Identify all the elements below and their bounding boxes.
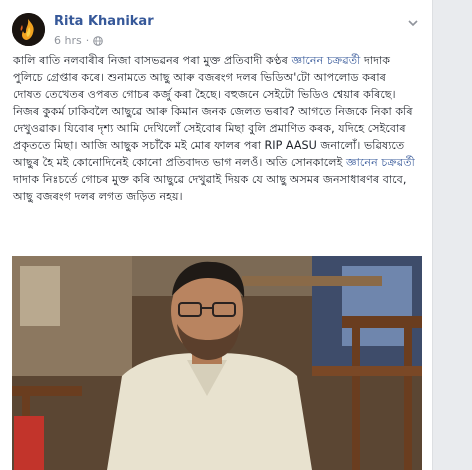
post-text-part: কালি ৰাতি নলবাৰীৰ নিজা বাসভৱনৰ পৰা মুক্ত… bbox=[13, 54, 292, 67]
post-body: কালি ৰাতি নলবাৰীৰ নিজা বাসভৱনৰ পৰা মুক্ত… bbox=[13, 52, 417, 205]
chevron-down-icon[interactable] bbox=[406, 16, 420, 30]
post-text-part: দাদাক পুলিচে গ্ৰেপ্তাৰ কৰে। শুনামতে আছু … bbox=[13, 54, 413, 169]
author-avatar[interactable] bbox=[12, 13, 45, 46]
photo-image bbox=[12, 256, 422, 470]
post-time[interactable]: 6 hrs bbox=[54, 34, 82, 47]
tagged-person-link[interactable]: জ্ঞানেন চক্ৰৱৰ্তী bbox=[346, 156, 415, 169]
post-header: Rita Khanikar 6 hrs · bbox=[12, 12, 422, 54]
post-meta: 6 hrs · bbox=[54, 34, 104, 47]
author-name[interactable]: Rita Khanikar bbox=[54, 14, 154, 29]
fire-logo-icon bbox=[12, 13, 45, 46]
post-text-part: দাদাক নিঃচৰ্তে গোচৰ মুক্ত কৰি আছুৱে দেখু… bbox=[13, 173, 407, 203]
page-background bbox=[438, 0, 472, 470]
tagged-person-link[interactable]: জ্ঞানেন চক্ৰৱৰ্তী bbox=[291, 54, 360, 67]
post-photo[interactable] bbox=[12, 256, 422, 470]
globe-icon[interactable] bbox=[93, 35, 104, 46]
post-card: Rita Khanikar 6 hrs · কালি ৰাতি নলবাৰীৰ … bbox=[0, 0, 433, 470]
